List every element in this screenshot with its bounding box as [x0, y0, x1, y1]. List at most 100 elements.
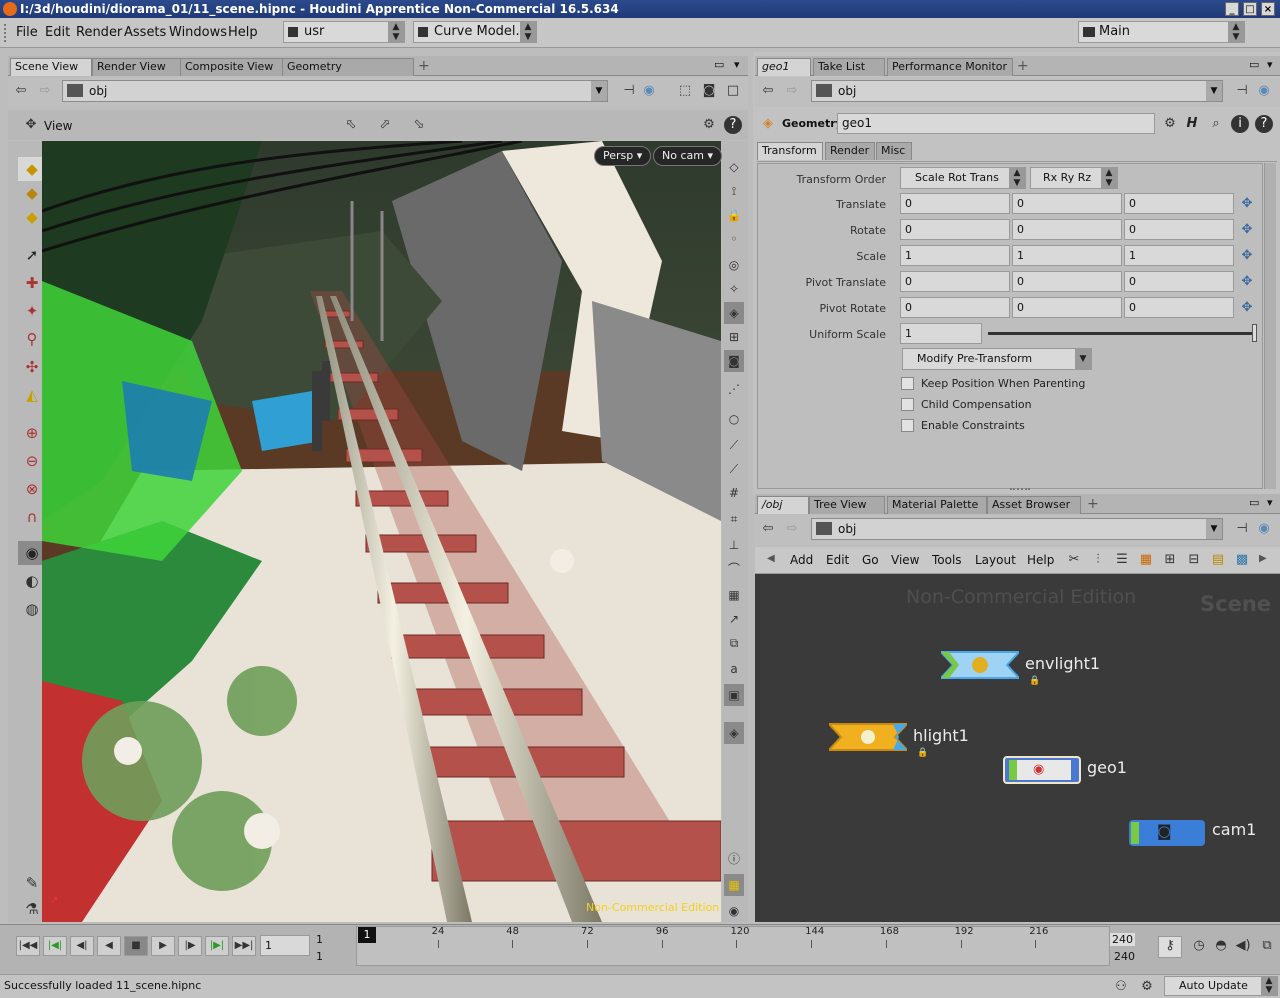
tab-composite-view[interactable]: Composite View	[180, 58, 284, 76]
info-icon[interactable]: ⓘ	[724, 848, 744, 870]
step-back-button[interactable]: ◀|	[70, 936, 94, 956]
keep-position-checkbox[interactable]	[901, 377, 914, 390]
parm-scrollbar[interactable]	[1264, 163, 1276, 489]
pin-icon[interactable]: ⊣	[1233, 82, 1251, 100]
parm-field-rotate-y[interactable]: 0	[1012, 219, 1122, 240]
scene-path-field[interactable]: obj ▼	[62, 80, 608, 102]
select-prims-icon[interactable]: ⬂	[410, 116, 428, 134]
slider-handle[interactable]	[1252, 324, 1257, 342]
gear-icon[interactable]: ⚙	[1161, 115, 1179, 133]
transform-order-menu[interactable]: Scale Rot Trans ▲ ▼	[900, 167, 1026, 189]
menu-assets[interactable]: Assets	[124, 25, 166, 40]
pane-menu-icon[interactable]: ▾	[734, 58, 740, 71]
pin-icon[interactable]: ⊣	[620, 82, 638, 100]
network-editor[interactable]: Non-Commercial Edition Scene envlight1 🔒…	[755, 574, 1280, 922]
tab-scene-view[interactable]: Scene View	[10, 58, 92, 76]
maximize-pane-icon[interactable]: ▭	[1249, 496, 1259, 509]
parm-field-translate-z[interactable]: 0	[1124, 193, 1234, 214]
start-frame-field[interactable]: 1	[316, 933, 323, 946]
shading-icon[interactable]: ◎	[724, 254, 744, 276]
end-frame-field[interactable]: 240	[1110, 933, 1135, 946]
end-frame-field-2[interactable]: 240	[1114, 950, 1135, 963]
key-icon[interactable]: ⚷	[1158, 936, 1182, 958]
parm-field-pivot-translate-z[interactable]: 0	[1124, 271, 1234, 292]
link-icon[interactable]: ◉	[1255, 82, 1273, 100]
tab-asset-browser[interactable]: Asset Browser	[987, 496, 1081, 514]
net-menu-view[interactable]: View	[891, 553, 919, 567]
eye-icon[interactable]: ◉	[724, 900, 744, 922]
grid-icon[interactable]: ▦	[724, 584, 744, 606]
hda-icon[interactable]: H	[1183, 115, 1201, 133]
numbers-icon[interactable]: #	[724, 482, 744, 504]
main-desktop-combo[interactable]: Main ▲ ▼	[1078, 21, 1245, 43]
color-palette-icon[interactable]: ▦	[1137, 551, 1155, 569]
snap-icon[interactable]: ↗	[724, 608, 744, 630]
desktop-combo[interactable]: usr ▲ ▼	[283, 21, 405, 43]
display-flag[interactable]	[1009, 760, 1017, 780]
cube-icon[interactable]: ⬚	[676, 82, 694, 100]
maximize-button[interactable]: □	[1243, 2, 1257, 16]
bulb-icon[interactable]: ◦	[724, 228, 744, 250]
pretransform-menu[interactable]: Modify Pre-Transform ▼	[902, 348, 1092, 370]
parm-field-pivot-translate-y[interactable]: 0	[1012, 271, 1122, 292]
lock-icon[interactable]: 🔒	[724, 204, 744, 226]
net-menu-tools[interactable]: Tools	[932, 553, 962, 567]
scroll-left-icon[interactable]: ◀	[767, 553, 775, 564]
current-frame-field[interactable]: 1	[260, 935, 310, 956]
add-image-icon[interactable]: ▩	[1233, 551, 1251, 569]
tab-performance-monitor[interactable]: Performance Monitor	[887, 58, 1013, 76]
step-keyframe-forward-button[interactable]: |▶|	[205, 936, 229, 956]
tree-icon[interactable]: ⫶	[1089, 551, 1107, 569]
play-button[interactable]: ▶	[151, 936, 175, 956]
curve-icon[interactable]: ⌒	[724, 558, 744, 580]
uniform-scale-slider[interactable]	[988, 332, 1256, 335]
close-button[interactable]: ×	[1261, 2, 1275, 16]
forward-arrow-icon[interactable]: ⇨	[783, 520, 801, 538]
tab-geometry-spreadsheet[interactable]: Geometry Spreadsheet	[282, 58, 414, 89]
copy-icon[interactable]: ⧉	[724, 632, 744, 654]
rotate-order-menu[interactable]: Rx Ry Rz ▲ ▼	[1030, 167, 1118, 189]
stop-button[interactable]: ■	[124, 936, 148, 956]
tab-misc[interactable]: Misc	[876, 142, 912, 160]
net-menu-edit[interactable]: Edit	[826, 553, 849, 567]
menu-help[interactable]: Help	[228, 25, 258, 40]
grid-icon[interactable]: ⊞	[1161, 551, 1179, 569]
no-cam-button[interactable]: No cam ▾	[653, 146, 722, 166]
display-flag[interactable]	[1131, 822, 1139, 844]
brush-icon[interactable]: ⟋	[724, 434, 744, 456]
help-icon[interactable]: ?	[724, 116, 742, 134]
forward-arrow-icon[interactable]: ⇨	[783, 82, 801, 100]
viewport[interactable]: Non-Commercial Edition ↗	[42, 141, 721, 922]
child-compensation-checkbox[interactable]	[901, 398, 914, 411]
parm-field-pivot-rotate-y[interactable]: 0	[1012, 297, 1122, 318]
tab-take-list[interactable]: Take List	[813, 58, 885, 76]
tab-render-view[interactable]: Render View	[92, 58, 182, 76]
pane-menu-icon[interactable]: ▾	[1267, 58, 1273, 71]
chevron-down-icon[interactable]: ▼	[1206, 81, 1222, 101]
node-name-field[interactable]: geo1	[837, 113, 1155, 134]
wireframe-icon[interactable]: ⊞	[724, 326, 744, 348]
jump-end-button[interactable]: ▶▶|	[232, 936, 256, 956]
wrench-icon[interactable]: ✂	[1065, 551, 1083, 569]
menu-file[interactable]: File	[16, 25, 38, 40]
maximize-pane-icon[interactable]: ▭	[1249, 58, 1259, 71]
tab-transform[interactable]: Transform	[757, 142, 823, 160]
forward-arrow-icon[interactable]: ⇨	[36, 82, 54, 100]
enable-constraints-checkbox[interactable]	[901, 419, 914, 432]
parm-field-translate-y[interactable]: 0	[1012, 193, 1122, 214]
pen-icon[interactable]: ⟋	[724, 458, 744, 480]
add-tab-icon[interactable]: +	[418, 58, 430, 74]
channel-handle-icon[interactable]: ✥	[1238, 299, 1256, 317]
node-cam1[interactable]: ◙	[1129, 820, 1205, 846]
ghost-icon[interactable]: ⟟	[724, 180, 744, 202]
net-menu-add[interactable]: Add	[790, 553, 813, 567]
link-icon[interactable]: ◉	[1255, 520, 1273, 538]
global-animation-icon[interactable]: ⧉	[1258, 937, 1276, 955]
parm-field-pivot-rotate-x[interactable]: 0	[900, 297, 1010, 318]
jump-start-button[interactable]: |◀◀	[16, 936, 40, 956]
menu-edit[interactable]: Edit	[45, 25, 70, 40]
search-icon[interactable]: ⌕	[1207, 115, 1225, 133]
network-path-field[interactable]: obj ▼	[811, 518, 1223, 540]
camera-icon[interactable]: ◙	[700, 82, 718, 100]
camera-view-icon[interactable]: ◙	[724, 350, 744, 372]
